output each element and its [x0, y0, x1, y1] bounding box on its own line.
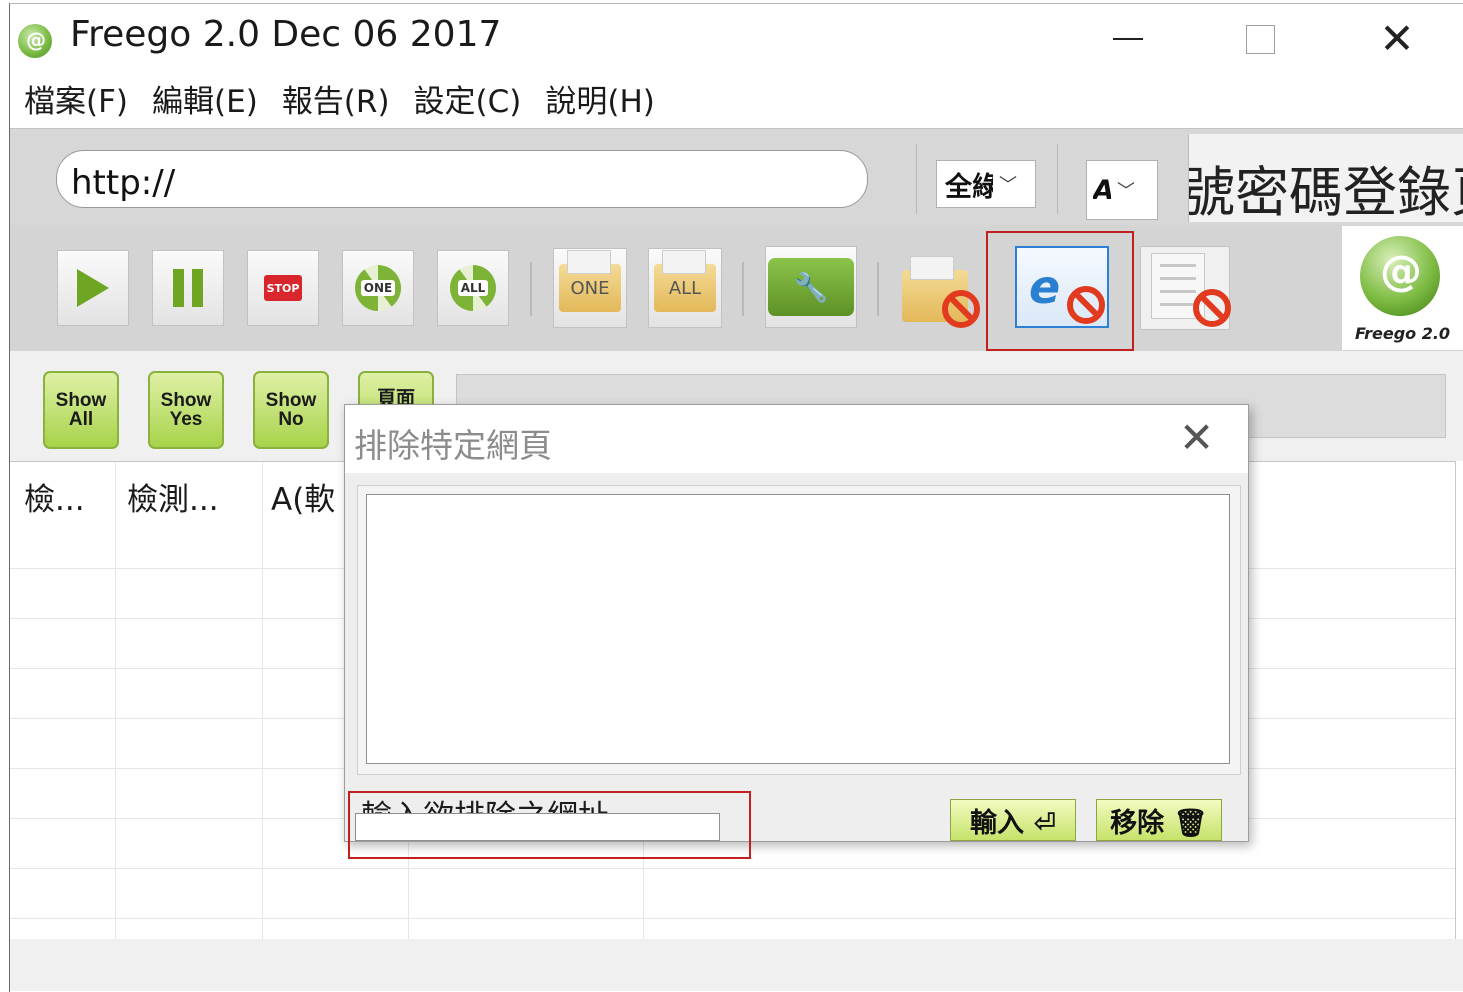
page-title-banner: 帳號密碼登錄頁: [1188, 134, 1463, 222]
open-one-button[interactable]: ONE: [553, 248, 627, 328]
close-icon: ✕: [1379, 14, 1415, 63]
divider: [1057, 144, 1058, 214]
menu-report[interactable]: 報告(R): [282, 76, 390, 128]
level-combo-value: A: [1093, 175, 1111, 206]
recheck-all-button[interactable]: ALL: [437, 250, 509, 326]
exclude-webpage-dialog: 排除特定網頁 ✕ 輸入欲排除之網址 輸入 ⏎ 移除 🗑: [344, 404, 1249, 842]
chevron-down-icon: ﹀: [999, 175, 1017, 196]
menu-file[interactable]: 檔案(F): [24, 76, 128, 128]
menu-help[interactable]: 說明(H): [545, 76, 655, 128]
folder-icon: ONE: [559, 250, 621, 312]
recheck-one-button[interactable]: ONE: [342, 250, 414, 326]
pause-button[interactable]: [152, 250, 224, 326]
column-header[interactable]: 檢...: [24, 474, 85, 519]
logo-text: Freego 2.0: [1354, 324, 1451, 343]
globe-logo-icon: @: [1360, 236, 1440, 316]
dialog-close-icon[interactable]: ✕: [1179, 417, 1214, 459]
refresh-one-label: ONE: [360, 280, 396, 296]
level-combo[interactable]: A ﹀: [1086, 160, 1158, 220]
dialog-title: 排除特定網頁: [354, 426, 552, 465]
freego-logo: @ Freego 2.0: [1342, 226, 1463, 350]
show-no-line2: No: [278, 409, 304, 430]
stop-icon: STOP: [264, 275, 302, 301]
remove-url-button[interactable]: 移除 🗑: [1096, 799, 1222, 841]
folder-one-label: ONE: [570, 277, 610, 299]
folder-icon: ALL: [654, 250, 716, 312]
show-yes-line1: Show: [160, 390, 212, 411]
exclude-folder-button[interactable]: [898, 248, 988, 330]
add-url-button[interactable]: 輸入 ⏎: [950, 799, 1076, 841]
show-all-line2: All: [68, 409, 94, 430]
highlight-box: [348, 791, 751, 859]
divider: [916, 144, 917, 214]
show-no-button[interactable]: Show No: [253, 371, 329, 449]
show-all-button[interactable]: Show All: [43, 371, 119, 449]
start-button[interactable]: [57, 250, 129, 326]
scope-combo-value: 全綠: [945, 171, 993, 203]
toolbar-separator: [742, 262, 744, 316]
toolbox-icon: 🔧: [768, 258, 854, 316]
play-icon: [77, 269, 109, 307]
settings-button[interactable]: 🔧: [765, 246, 857, 328]
excluded-url-list[interactable]: [366, 494, 1230, 764]
menu-edit[interactable]: 編輯(E): [152, 76, 258, 128]
toolbar-separator: [877, 262, 879, 316]
column-header[interactable]: A(軟: [271, 474, 335, 519]
close-button[interactable]: ✕: [1362, 14, 1432, 64]
url-input-value: http://: [71, 163, 176, 203]
dialog-body: 輸入欲排除之網址 輸入 ⏎ 移除 🗑: [345, 473, 1248, 841]
scope-combo[interactable]: 全綠 ﹀: [936, 160, 1036, 208]
show-yes-button[interactable]: Show Yes: [148, 371, 224, 449]
page-title-banner-text: 帳號密碼登錄頁: [1188, 161, 1463, 222]
folder-all-label: ALL: [668, 277, 702, 299]
ban-icon: [1193, 289, 1231, 327]
chevron-down-icon: ﹀: [1117, 181, 1135, 202]
highlight-box: [986, 231, 1134, 351]
refresh-icon: ALL: [450, 265, 496, 311]
show-no-line1: Show: [265, 390, 317, 411]
stop-button[interactable]: STOP: [247, 250, 319, 326]
minimize-icon: [1113, 38, 1143, 40]
open-all-button[interactable]: ALL: [648, 248, 722, 328]
minimize-button[interactable]: [1093, 14, 1163, 64]
refresh-all-label: ALL: [457, 280, 489, 296]
column-header[interactable]: 檢測...: [127, 474, 219, 519]
toolbar-separator: [530, 262, 532, 316]
freego-app-icon: @: [18, 24, 52, 58]
window-title: Freego 2.0 Dec 06 2017: [70, 14, 502, 55]
menu-settings[interactable]: 設定(C): [414, 76, 522, 128]
pause-icon: [173, 269, 203, 307]
status-bar: [10, 939, 1463, 991]
menu-bar: 檔案(F) 編輯(E) 報告(R) 設定(C) 說明(H): [10, 76, 1463, 128]
maximize-button[interactable]: [1225, 14, 1295, 64]
show-yes-line2: Yes: [169, 409, 203, 430]
toolbar: [10, 225, 1463, 351]
ban-icon: [942, 290, 980, 328]
exclude-document-button[interactable]: [1140, 246, 1231, 330]
url-input[interactable]: http://: [56, 150, 868, 208]
excluded-list-panel: [357, 485, 1241, 775]
refresh-icon: ONE: [355, 265, 401, 311]
maximize-icon: [1245, 24, 1275, 54]
show-all-line1: Show: [55, 390, 107, 411]
